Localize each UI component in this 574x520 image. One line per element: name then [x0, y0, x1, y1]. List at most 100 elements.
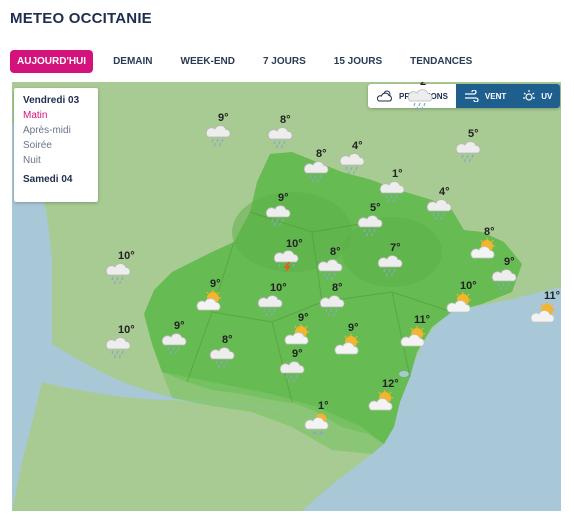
weather-station[interactable]: 10° [272, 238, 303, 273]
rain-icon [425, 198, 455, 227]
weather-station[interactable]: 8° [208, 334, 238, 369]
station-temperature: 7° [390, 242, 401, 254]
page-title: METEO OCCITANIE [10, 10, 152, 27]
uv-sun-icon [522, 89, 536, 103]
weather-station[interactable]: 9° [196, 278, 226, 312]
weather-station[interactable]: 7° [376, 242, 406, 277]
weather-station[interactable]: 9° [490, 256, 520, 291]
rain-icon [204, 124, 234, 153]
station-temperature: 9° [292, 348, 303, 360]
tab-tomorrow[interactable]: DEMAIN [113, 56, 152, 67]
partly-sunny-icon [530, 302, 560, 331]
weather-station[interactable]: 5° [356, 202, 386, 237]
station-temperature: 11° [544, 290, 561, 302]
storm-icon [272, 250, 302, 279]
wind-icon [464, 90, 480, 102]
day-label-friday[interactable]: Vendredi 03 [23, 95, 89, 106]
weather-station[interactable]: 10° [256, 282, 287, 317]
station-temperature: 9° [348, 322, 359, 334]
rain-icon [104, 336, 134, 365]
weather-station[interactable]: 11° [530, 290, 560, 324]
wind-mode-button[interactable]: VENT [455, 84, 515, 108]
weather-station[interactable]: 9° [278, 348, 308, 383]
uv-mode-button[interactable]: UV [514, 84, 561, 108]
rain-icon [264, 204, 294, 233]
station-temperature: 9° [504, 256, 515, 268]
period-night[interactable]: Nuit [23, 155, 89, 166]
weather-station[interactable]: 9° [204, 112, 234, 147]
lagoon-2 [399, 371, 409, 377]
station-temperature: 8° [316, 148, 327, 160]
weather-station[interactable]: 2° [406, 82, 436, 111]
station-temperature: 10° [270, 282, 287, 294]
station-temperature: 9° [218, 112, 229, 124]
partly-sunny-icon [334, 334, 364, 363]
station-temperature: 4° [439, 186, 450, 198]
station-temperature: 8° [280, 114, 291, 126]
rain-icon [356, 214, 386, 243]
wind-mode-label: VENT [484, 91, 507, 101]
weather-station[interactable]: 8° [470, 226, 500, 260]
weather-map[interactable]: Vendredi 03 Matin Après-midi Soirée Nuit… [12, 82, 561, 511]
station-temperature: 8° [222, 334, 233, 346]
weather-station[interactable]: 4° [425, 186, 455, 221]
weather-station[interactable]: 8° [266, 114, 296, 149]
station-temperature: 1° [318, 400, 329, 412]
partly-sunny-icon [196, 290, 226, 319]
weather-station[interactable]: 9° [284, 312, 314, 346]
partly-sunny-icon [446, 292, 476, 321]
rain-icon [376, 254, 406, 283]
tab-today[interactable]: AUJOURD'HUI [10, 49, 94, 73]
uv-mode-label: UV [541, 91, 553, 101]
rain-icon [104, 262, 134, 291]
station-temperature: 12° [382, 378, 399, 390]
rain-icon [266, 126, 296, 155]
period-afternoon[interactable]: Après-midi [23, 125, 89, 136]
period-morning[interactable]: Matin [23, 110, 89, 121]
weather-station[interactable]: 1° ✱ ✱ [304, 400, 334, 437]
day-selector: Vendredi 03 Matin Après-midi Soirée Nuit… [14, 88, 98, 202]
station-temperature: 10° [460, 280, 477, 292]
rain-icon [338, 152, 368, 181]
rain-icon [318, 294, 348, 323]
station-temperature: 10° [286, 238, 303, 250]
forecast-tabs: AUJOURD'HUI DEMAIN WEEK-END 7 JOURS 15 J… [10, 49, 500, 73]
weather-station[interactable]: 10° [104, 324, 135, 359]
tab-trends[interactable]: TENDANCES [410, 56, 472, 67]
weather-station[interactable]: 5° [454, 128, 484, 163]
rain-icon [160, 332, 190, 361]
weather-station[interactable]: 8° [318, 282, 348, 317]
tab-15-days[interactable]: 15 JOURS [334, 56, 382, 67]
weather-station[interactable]: 4° [338, 140, 368, 175]
weather-station[interactable]: 9° [264, 192, 294, 227]
partly-sunny-icon [368, 390, 398, 419]
weather-station[interactable]: 12° [368, 378, 399, 412]
station-temperature: 11° [414, 314, 431, 326]
partly-sunny-icon [400, 326, 430, 355]
station-temperature: 5° [468, 128, 479, 140]
weather-station[interactable]: 9° [160, 320, 190, 355]
station-temperature: 9° [174, 320, 185, 332]
rain-icon [406, 88, 436, 117]
rain-icon [256, 294, 286, 323]
weather-station[interactable]: 8° [302, 148, 332, 183]
station-temperature: 10° [118, 324, 135, 336]
weather-station[interactable]: 10° [446, 280, 477, 314]
period-evening[interactable]: Soirée [23, 140, 89, 151]
svg-text:✱ ✱: ✱ ✱ [312, 430, 324, 436]
rain-icon [302, 160, 332, 189]
day-label-saturday[interactable]: Samedi 04 [23, 174, 89, 185]
station-temperature: 8° [484, 226, 495, 238]
tab-7-days[interactable]: 7 JOURS [263, 56, 306, 67]
weather-station[interactable]: 11° [400, 314, 430, 348]
rain-icon [208, 346, 238, 375]
lagoon [435, 327, 449, 333]
weather-station[interactable]: 9° [334, 322, 364, 356]
weather-station[interactable]: 8° [316, 246, 346, 281]
weather-station[interactable]: 10° [104, 250, 135, 285]
station-temperature: 1° [392, 168, 403, 180]
station-temperature: 9° [278, 192, 289, 204]
tab-weekend[interactable]: WEEK-END [181, 56, 235, 67]
map-mode-switch: PRÉVISIONS VENT UV [368, 84, 561, 108]
weather-station[interactable]: 1° [378, 168, 408, 203]
